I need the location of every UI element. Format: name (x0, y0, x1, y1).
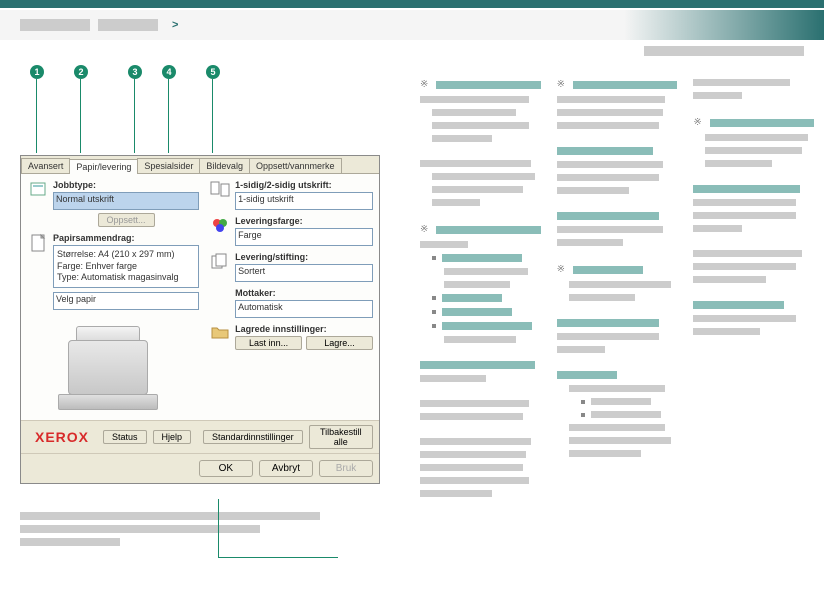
callout-4: 4 (162, 65, 176, 79)
folder-icon (209, 324, 231, 340)
sides-label: 1-sidig/2-sidig utskrift: (235, 180, 373, 190)
brand-logo: XEROX (27, 425, 97, 449)
tab-papir-levering[interactable]: Papir/levering (69, 159, 138, 174)
header-bar (0, 0, 824, 8)
saved-label: Lagrede innstillinger: (235, 324, 373, 334)
jobtype-label: Jobbtype: (53, 180, 199, 190)
page-subtitle (0, 40, 824, 59)
callout-2: 2 (74, 65, 88, 79)
apply-button[interactable]: Bruk (319, 460, 373, 477)
tab-bildevalg[interactable]: Bildevalg (199, 158, 250, 173)
caption-area (20, 512, 400, 546)
oppsett-button[interactable]: Oppsett... (98, 213, 155, 227)
tab-spesialsider[interactable]: Spesialsider (137, 158, 200, 173)
callout-5: 5 (206, 65, 220, 79)
pointer-line-h (218, 557, 338, 558)
breadcrumb: > (0, 10, 824, 40)
content-columns: ※ ※ (420, 79, 814, 551)
pointer-line (218, 499, 219, 557)
color-select[interactable]: Farge (235, 228, 373, 246)
status-button[interactable]: Status (103, 430, 147, 444)
callout-1: 1 (30, 65, 44, 79)
cancel-button[interactable]: Avbryt (259, 460, 313, 477)
jobtype-select[interactable]: Normal utskrift (53, 192, 199, 210)
summary-line: Type: Automatisk magasinvalg (57, 272, 195, 284)
defaults-button[interactable]: Standardinnstillinger (203, 430, 303, 444)
papersummary-label: Papirsammendrag: (53, 233, 199, 243)
finish-label: Levering/stifting: (235, 252, 373, 262)
help-button[interactable]: Hjelp (153, 430, 192, 444)
paper-icon (27, 233, 49, 253)
save-button[interactable]: Lagre... (306, 336, 373, 350)
breadcrumb-seg (20, 19, 90, 31)
ok-button[interactable]: OK (199, 460, 253, 477)
dest-select[interactable]: Automatisk (235, 300, 373, 318)
summary-line: Farge: Enhver farge (57, 261, 195, 273)
sides-icon (209, 180, 231, 198)
finish-select[interactable]: Sortert (235, 264, 373, 282)
callout-layer: 1 2 3 4 5 (20, 65, 400, 155)
reset-button[interactable]: Tilbakestill alle (309, 425, 373, 449)
breadcrumb-seg (98, 19, 158, 31)
tab-oppsett-vannmerke[interactable]: Oppsett/vannmerke (249, 158, 342, 173)
dest-label: Mottaker: (235, 288, 373, 298)
tab-bar: Avansert Papir/levering Spesialsider Bil… (21, 156, 379, 174)
callout-3: 3 (128, 65, 142, 79)
load-button[interactable]: Last inn... (235, 336, 302, 350)
color-icon (209, 216, 231, 234)
chevron-right-icon: > (172, 19, 178, 31)
print-driver-dialog: Avansert Papir/levering Spesialsider Bil… (20, 155, 380, 484)
color-label: Leveringsfarge: (235, 216, 373, 226)
summary-line: Størrelse: A4 (210 x 297 mm) (57, 249, 195, 261)
velg-papir-select[interactable]: Velg papir (53, 292, 199, 310)
tab-avansert[interactable]: Avansert (21, 158, 70, 173)
paper-summary: Størrelse: A4 (210 x 297 mm) Farge: Enhv… (53, 245, 199, 288)
sides-select[interactable]: 1-sidig utskrift (235, 192, 373, 210)
printer-illustration (58, 320, 168, 410)
finish-icon (209, 252, 231, 270)
jobtype-icon (27, 180, 49, 198)
